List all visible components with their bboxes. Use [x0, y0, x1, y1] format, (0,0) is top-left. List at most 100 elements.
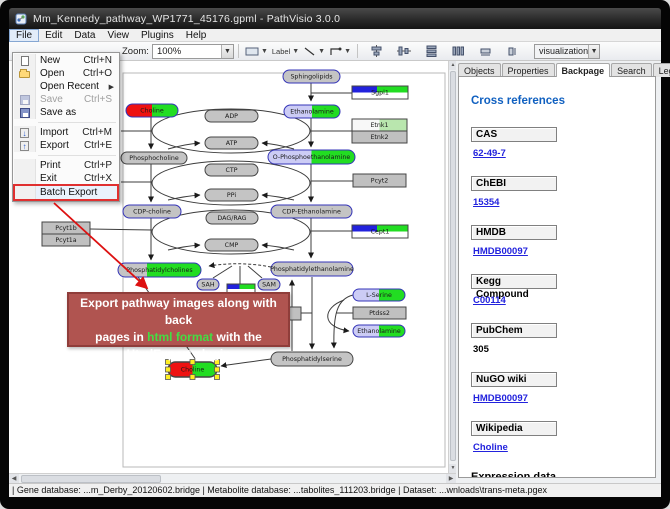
common-height-button[interactable]	[504, 44, 520, 59]
tab-legend[interactable]: Legend	[653, 63, 670, 77]
xref-link[interactable]: 15354	[473, 197, 499, 208]
open-folder-icon	[14, 67, 36, 80]
datanode-tool-button[interactable]: ▼	[243, 44, 270, 59]
datanode-icon	[245, 46, 259, 57]
metabolite-node-o-phosphoethanolamine[interactable]: O-Phosphoethanolamine	[268, 150, 355, 164]
chevron-down-icon[interactable]: ▼	[221, 45, 233, 58]
cross-references-heading: Cross references	[471, 95, 655, 107]
metabolite-node-atp[interactable]: ATP	[205, 137, 258, 149]
xref-link[interactable]: Choline	[473, 442, 508, 453]
distribute-horizontal-button[interactable]	[450, 44, 467, 59]
chevron-down-icon[interactable]: ▼	[588, 45, 599, 58]
align-center-button[interactable]	[368, 44, 385, 59]
gene-node-pcyt1b[interactable]: Pcyt1b	[42, 222, 90, 234]
align-middle-icon	[397, 45, 411, 57]
xref-section-chebi: ChEBI 15354	[471, 176, 655, 214]
save-icon	[14, 93, 36, 106]
file-menu-item-exit[interactable]: ExitCtrl+X	[14, 172, 118, 185]
metabolite-node-ethanolamine[interactable]: Ethanolamine	[284, 105, 340, 118]
gene-node-sgpl1[interactable]: Sgpl1	[352, 86, 408, 99]
gene-node-pcyt2[interactable]: Pcyt2	[353, 174, 406, 187]
gene-node-ptdss2[interactable]: Ptdss2	[353, 307, 406, 319]
metabolite-node-ctp[interactable]: CTP	[205, 164, 258, 176]
line-tool-button[interactable]: ▼	[301, 44, 327, 59]
menu-icon-empty	[14, 159, 36, 172]
metabolite-node-phosphatidylcholines[interactable]: Phosphatidylcholines	[118, 263, 201, 277]
xref-section-title: Wikipedia	[471, 421, 557, 436]
common-width-button[interactable]	[477, 44, 494, 59]
canvas-horizontal-scrollbar[interactable]: ◀ ▶	[9, 473, 456, 483]
metabolite-node-phosphatidylethanolamine[interactable]: Phosphatidylethanolamine	[270, 262, 354, 276]
connector-tool-button[interactable]: ▼	[327, 44, 353, 59]
metabolite-node-dag-rag[interactable]: DAG/RAG	[206, 212, 258, 224]
xref-section-title: ChEBI	[471, 176, 557, 191]
distribute-vertical-button[interactable]	[423, 44, 440, 59]
metabolite-node-l-serine[interactable]: L-Serine	[353, 289, 405, 301]
xref-link[interactable]: HMDB00097	[473, 393, 528, 404]
xref-section-kegg-compound: Kegg CompoundC00114	[471, 274, 655, 312]
label-tool-button[interactable]: Label▼	[270, 44, 301, 59]
selection-handle[interactable]	[215, 367, 220, 372]
visualization-combobox[interactable]: visualization ▼	[534, 44, 600, 59]
selection-handle[interactable]	[215, 375, 220, 380]
metabolite-node-sam[interactable]: SAM	[258, 279, 280, 290]
file-menu-item-import[interactable]: ↓ImportCtrl+M	[14, 126, 118, 139]
selection-handle[interactable]	[166, 375, 171, 380]
metabolite-node-cdp-choline[interactable]: CDP-choline	[123, 205, 181, 218]
node-label: Phosphatidylcholines	[126, 267, 192, 274]
menu-item-label: New	[36, 55, 60, 66]
align-middle-button[interactable]	[395, 44, 413, 59]
metabolite-node-choline[interactable]: Choline	[126, 104, 178, 117]
xref-section-title: PubChem	[471, 323, 557, 338]
menubar-item-plugins[interactable]: Plugins	[135, 29, 180, 42]
gene-node-etnk2[interactable]: Etnk2	[352, 131, 407, 143]
zoom-combobox[interactable]: 100% ▼	[152, 44, 234, 59]
metabolite-node-cdp-ethanolamine[interactable]: CDP-Ethanolamine	[271, 205, 352, 218]
menubar-item-edit[interactable]: Edit	[39, 29, 68, 42]
title-bar[interactable]: Mm_Kennedy_pathway_WP1771_45176.gpml - P…	[9, 8, 661, 29]
backpage-panel[interactable]: Cross references CAS62-49-7ChEBI15354HMD…	[458, 76, 656, 478]
horizontal-scroll-thumb[interactable]	[21, 475, 161, 483]
file-menu-item-save-as[interactable]: Save as	[14, 106, 118, 119]
file-menu-item-open-recent[interactable]: Open Recent▶	[14, 80, 118, 93]
metabolite-node-ethanolamine[interactable]: Ethanolamine	[353, 325, 405, 337]
node-label: ATP	[226, 140, 238, 147]
file-menu-popup: NewCtrl+NOpenCtrl+OOpen Recent▶SaveCtrl+…	[12, 52, 120, 202]
metabolite-node-sphingolipids[interactable]: Sphingolipids	[283, 70, 340, 83]
metabolite-node-cmp[interactable]: CMP	[205, 239, 258, 251]
tab-objects[interactable]: Objects	[458, 63, 501, 77]
menubar-item-data[interactable]: Data	[68, 29, 101, 42]
selection-handle[interactable]	[166, 367, 171, 372]
metabolite-node-ppi[interactable]: PPi	[205, 189, 258, 201]
export-icon: ↑	[14, 139, 36, 152]
menubar-item-file[interactable]: File	[9, 29, 39, 42]
save-as-icon	[14, 106, 36, 119]
menubar-item-help[interactable]: Help	[180, 29, 213, 42]
metabolite-node-adp[interactable]: ADP	[205, 110, 258, 122]
xref-link[interactable]: HMDB00097	[473, 246, 528, 257]
node-label: Pcyt2	[371, 178, 388, 185]
file-menu-item-export[interactable]: ↑ExportCtrl+E	[14, 139, 118, 152]
canvas-vertical-scrollbar[interactable]: ▲ ▼	[448, 61, 456, 473]
xref-link[interactable]: 62-49-7	[473, 148, 506, 159]
metabolite-node-sah[interactable]: SAH	[197, 279, 219, 290]
tab-search[interactable]: Search	[611, 63, 652, 77]
menu-item-label: Exit	[36, 173, 57, 184]
gene-node-pcyt1a[interactable]: Pcyt1a	[42, 234, 90, 246]
file-menu-item-save[interactable]: SaveCtrl+S	[14, 93, 118, 106]
file-menu-item-print[interactable]: PrintCtrl+P	[14, 159, 118, 172]
xref-link[interactable]: C00114	[473, 295, 506, 306]
annotation-line1: Export pathway images along with back	[80, 296, 277, 327]
file-menu-item-new[interactable]: NewCtrl+N	[14, 54, 118, 67]
gene-node-etnk1[interactable]: Etnk1	[352, 119, 407, 131]
file-menu-item-open[interactable]: OpenCtrl+O	[14, 67, 118, 80]
status-text: | Gene database: ...m_Derby_20120602.bri…	[12, 485, 547, 495]
tab-backpage[interactable]: Backpage	[556, 63, 611, 77]
tab-properties[interactable]: Properties	[502, 63, 555, 77]
menubar-item-view[interactable]: View	[101, 29, 135, 42]
selection-handle[interactable]	[190, 375, 195, 380]
gene-node-cept1[interactable]: Cept1	[352, 225, 408, 238]
metabolite-node-phosphocholine[interactable]: Phosphocholine	[121, 152, 187, 164]
xref-section-pubchem: PubChem305	[471, 323, 655, 361]
file-menu-item-batch-export[interactable]: Batch Export	[14, 185, 118, 200]
